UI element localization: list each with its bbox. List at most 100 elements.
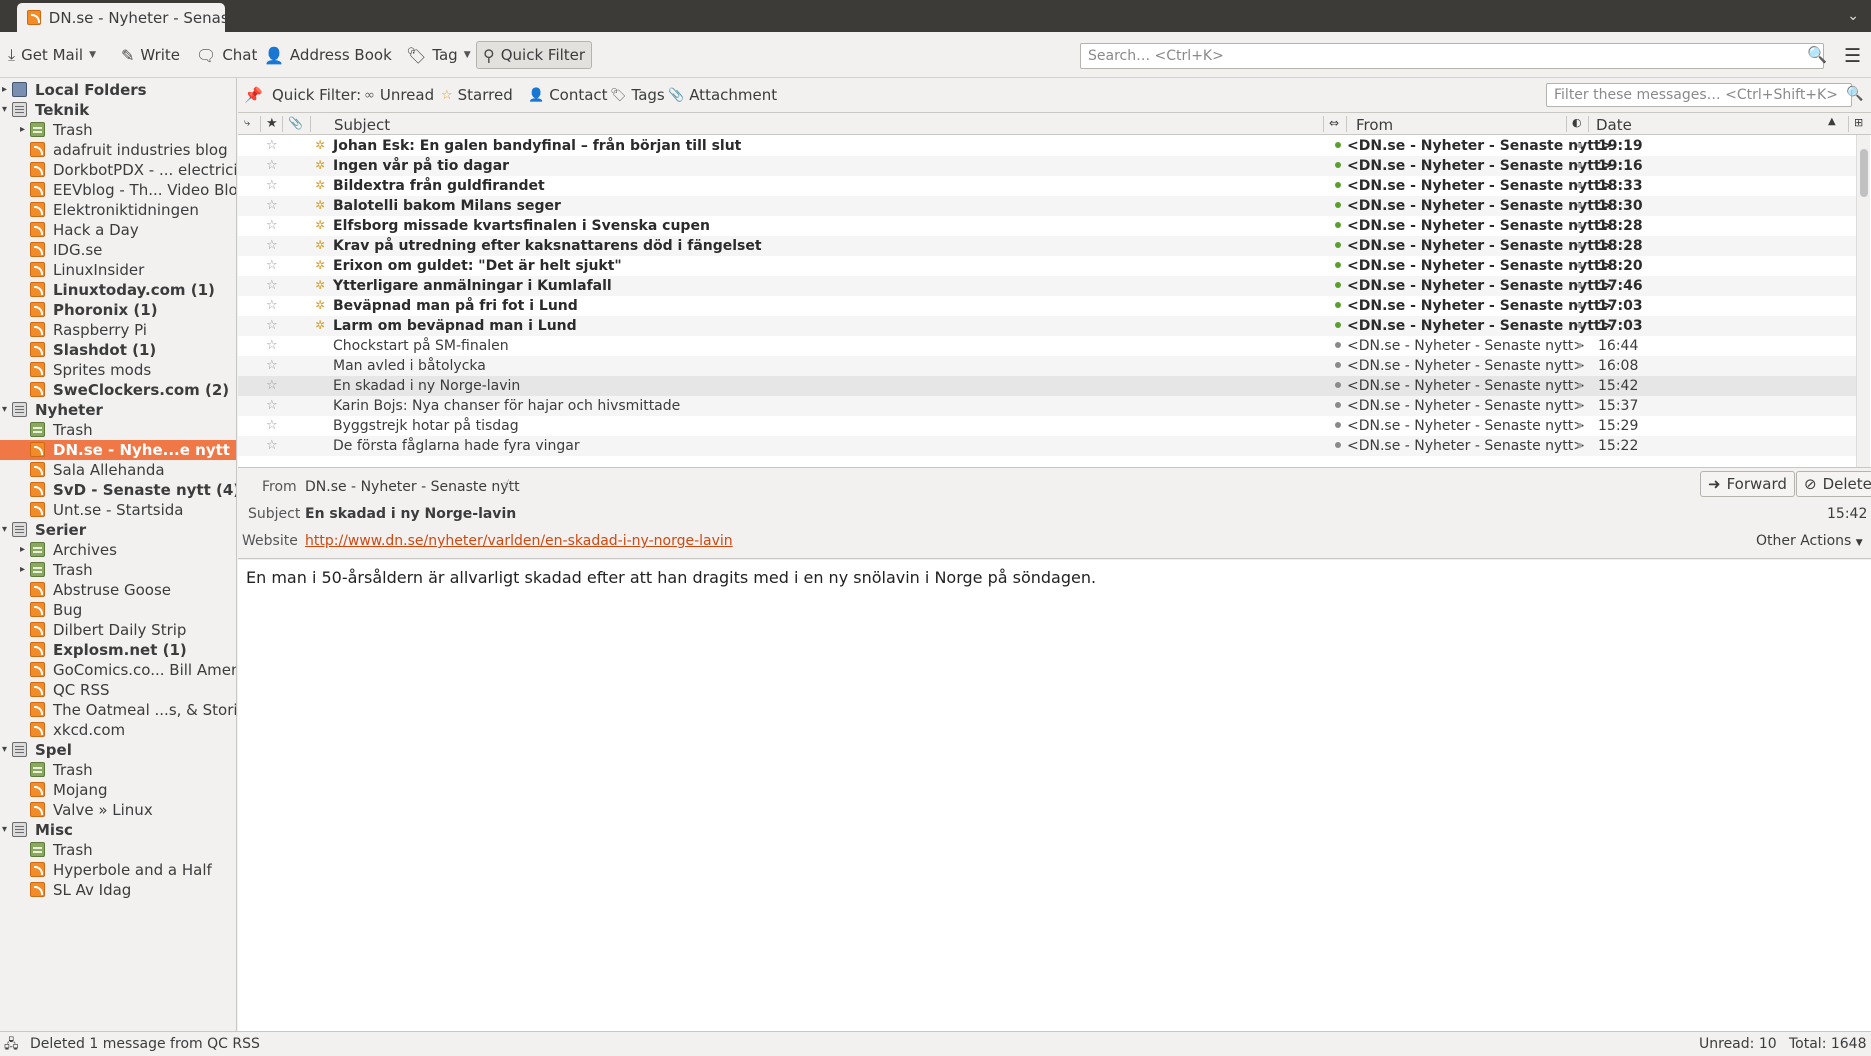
read-status-icon[interactable] [1577,363,1582,368]
read-status-icon[interactable] [1577,223,1582,228]
read-status-icon[interactable] [1577,263,1582,268]
message-row[interactable]: ☆ ✲ Johan Esk: En galen bandyfinal – från … [238,136,1856,156]
read-status-icon[interactable] [1577,383,1582,388]
message-row[interactable]: ☆ ✲ Elfsborg missade kvartsfinalen i Svens… [238,216,1856,236]
star-toggle-icon[interactable]: ☆ [266,278,278,293]
star-toggle-icon[interactable]: ☆ [266,218,278,233]
message-row[interactable]: ☆ Man avled i båtolycka <DN.se - Nyheter -… [238,356,1856,376]
read-status-icon[interactable] [1577,183,1582,188]
star-toggle-icon[interactable]: ☆ [266,178,278,193]
collapse-twisty-icon[interactable]: ▾ [2,404,12,415]
collapse-twisty-icon[interactable]: ▾ [2,744,12,755]
read-status-icon[interactable] [1577,303,1582,308]
read-status-icon[interactable] [1577,203,1582,208]
message-row[interactable]: ☆ ✲ Larm om beväpnad man i Lund <DN.se - Ny… [238,316,1856,336]
filter-contact-button[interactable]: 👤 Contact [528,86,608,104]
collapse-twisty-icon[interactable]: ▾ [2,524,12,535]
folder-item-gocomics-co-bill-amend[interactable]: GoComics.co... Bill Amend [0,660,236,680]
expand-twisty-icon[interactable]: ▸ [20,544,30,555]
star-toggle-icon[interactable]: ☆ [266,318,278,333]
folder-item-slashdot-1[interactable]: Slashdot (1) [0,340,236,360]
message-row[interactable]: ☆ ✲ Erixon om guldet: "Det är helt sjukt" <… [238,256,1856,276]
scrollbar-thumb[interactable] [1860,149,1868,197]
filter-attachment-button[interactable]: 📎 Attachment [668,86,777,104]
folder-item-spel[interactable]: ▾ Spel [0,740,236,760]
app-menu-icon[interactable]: ☰ [1844,45,1861,67]
search-icon[interactable]: 🔍 [1807,45,1827,64]
star-toggle-icon[interactable]: ☆ [266,158,278,173]
read-status-icon[interactable] [1577,443,1582,448]
folder-item-trash[interactable]: Trash [0,840,236,860]
message-row[interactable]: ☆ Chockstart på SM-finalen <DN.se - Nyhete… [238,336,1856,356]
folder-item-sweclockers-com-2[interactable]: SweClockers.com (2) [0,380,236,400]
folder-item-trash[interactable]: ▸ Trash [0,560,236,580]
subject-column-header[interactable]: Subject [334,116,390,134]
folder-item-bug[interactable]: Bug [0,600,236,620]
message-row[interactable]: ☆ ✲ Ytterligare anmälningar i Kumlafall <DN… [238,276,1856,296]
star-toggle-icon[interactable]: ☆ [266,418,278,433]
folder-item-archives[interactable]: ▸ Archives [0,540,236,560]
quick-filter-button[interactable]: ⚲ Quick Filter [476,41,593,69]
folder-item-xkcd-com[interactable]: xkcd.com [0,720,236,740]
read-status-icon[interactable] [1577,243,1582,248]
star-toggle-icon[interactable]: ☆ [266,338,278,353]
star-column-icon[interactable]: ★ [266,116,278,131]
folder-item-dilbert-daily-strip[interactable]: Dilbert Daily Strip [0,620,236,640]
folder-item-serier[interactable]: ▾ Serier [0,520,236,540]
folder-item-mojang[interactable]: Mojang [0,780,236,800]
tab-dn-nyheter[interactable]: DN.se - Nyheter - Senas... [17,3,225,32]
star-toggle-icon[interactable]: ☆ [266,398,278,413]
folder-item-nyheter[interactable]: ▾ Nyheter [0,400,236,420]
message-row[interactable]: ☆ ✲ Balotelli bakom Milans seger <DN.se - N… [238,196,1856,216]
online-status-icon[interactable]: 🖧 [4,1035,19,1056]
forward-button[interactable]: ➜ Forward [1700,471,1795,497]
message-row[interactable]: ☆ Karin Bojs: Nya chanser för hajar och h… [238,396,1856,416]
star-toggle-icon[interactable]: ☆ [266,298,278,313]
message-row[interactable]: ☆ ✲ Beväpnad man på fri fot i Lund <DN.se -… [238,296,1856,316]
expand-twisty-icon[interactable]: ▸ [20,564,30,575]
get-mail-button[interactable]: ⤓ Get Mail ▼ [2,41,102,69]
folder-item-qc-rss[interactable]: QC RSS [0,680,236,700]
message-row[interactable]: ☆ ✲ Ingen vår på tio dagar <DN.se - Nyheter… [238,156,1856,176]
star-toggle-icon[interactable]: ☆ [266,138,278,153]
filter-starred-button[interactable]: ☆ Starred [441,86,513,104]
folder-item-misc[interactable]: ▾ Misc [0,820,236,840]
star-toggle-icon[interactable]: ☆ [266,238,278,253]
date-column-header[interactable]: Date [1596,116,1632,134]
from-value[interactable]: DN.se - Nyheter - Senaste nytt [305,479,520,495]
star-toggle-icon[interactable]: ☆ [266,438,278,453]
folder-item-phoronix-1[interactable]: Phoronix (1) [0,300,236,320]
message-row[interactable]: ☆ ✲ Krav på utredning efter kaksnattarens … [238,236,1856,256]
read-status-icon[interactable] [1577,423,1582,428]
folder-item-linuxtoday-com-1[interactable]: Linuxtoday.com (1) [0,280,236,300]
add-contact-star-icon[interactable]: ☆ [502,477,515,493]
folder-item-elektroniktidningen[interactable]: Elektroniktidningen [0,200,236,220]
folder-item-teknik[interactable]: ▾ Teknik [0,100,236,120]
folder-item-sl-av-idag[interactable]: SL Av Idag [0,880,236,900]
folder-item-explosm-net-1[interactable]: Explosm.net (1) [0,640,236,660]
folder-item-trash[interactable]: Trash [0,420,236,440]
folder-item-sala-allehanda[interactable]: Sala Allehanda [0,460,236,480]
folder-item-trash[interactable]: ▸ Trash [0,120,236,140]
column-picker-icon[interactable]: ⊞ [1854,116,1863,129]
expand-twisty-icon[interactable]: ▸ [2,84,12,95]
filter-unread-button[interactable]: ∞ Unread [364,86,434,104]
folder-item-hyperbole-and-a-half[interactable]: Hyperbole and a Half [0,860,236,880]
folder-item-idg-se[interactable]: IDG.se [0,240,236,260]
folder-item-unt-se-startsida[interactable]: Unt.se - Startsida [0,500,236,520]
message-row[interactable]: ☆ De första fåglarna hade fyra vingar <DN.… [238,436,1856,456]
folder-item-the-oatmeal-s-stories[interactable]: The Oatmeal ...s, & Stories [0,700,236,720]
message-row[interactable]: ☆ Byggstrejk hotar på tisdag <DN.se - Nyhe… [238,416,1856,436]
get-mail-dropdown-icon[interactable]: ▼ [89,50,96,60]
expand-twisty-icon[interactable]: ▸ [20,124,30,135]
folder-item-linuxinsider[interactable]: LinuxInsider [0,260,236,280]
folder-item-eevblog-th-video-blog[interactable]: EEVblog - Th... Video Blog [0,180,236,200]
thread-scrollbar[interactable] [1856,135,1870,467]
write-button[interactable]: ✎ Write [115,41,186,69]
star-toggle-icon[interactable]: ☆ [266,258,278,273]
folder-item-dn-se-nyhe-e-nytt-10[interactable]: DN.se - Nyhe...e nytt (10) [0,440,236,460]
other-actions-button[interactable]: Other Actions ▼ [1756,533,1863,549]
folder-item-abstruse-goose[interactable]: Abstruse Goose [0,580,236,600]
read-status-icon[interactable] [1577,403,1582,408]
read-status-icon[interactable] [1577,323,1582,328]
